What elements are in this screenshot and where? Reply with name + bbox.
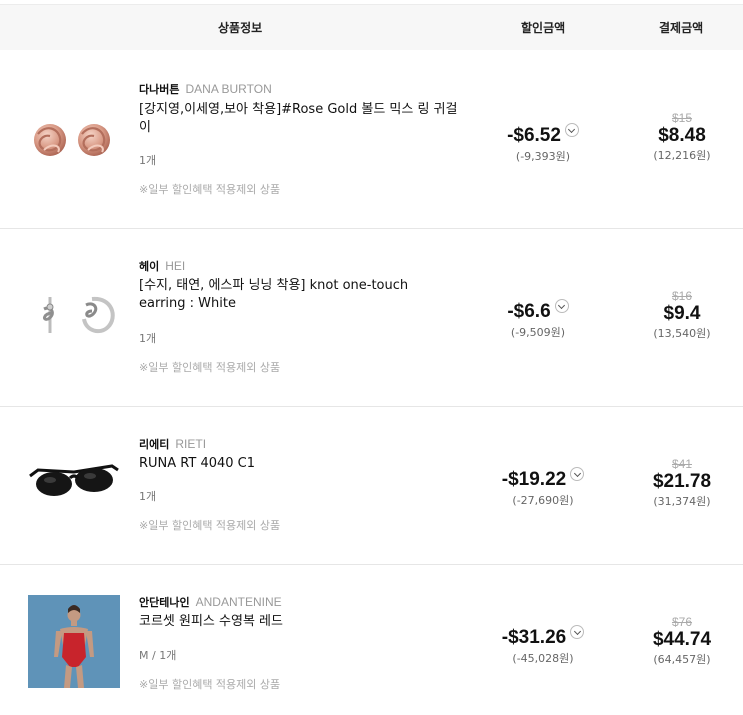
- discount-exclusion-note: ※일부 할인혜택 적용제외 상품: [139, 519, 281, 532]
- header-product-info: 상품정보: [218, 21, 263, 35]
- brand-name-kr: 다나버튼: [139, 83, 180, 96]
- discount-exclusion-note: ※일부 할인혜택 적용제외 상품: [139, 361, 281, 374]
- table-row: 리에티 RIETI RUNA RT 4040 C1 1개 ※일부 할인혜택 적용제…: [0, 407, 743, 565]
- silver-knot-earring-icon: [43, 296, 115, 334]
- payment-amount: $15 $8.48 (12,216원): [637, 111, 727, 163]
- final-price-won: (13,540원): [653, 327, 711, 340]
- final-price-won: (64,457원): [653, 653, 711, 666]
- table-row: 다나버튼 DANA BURTON [강지영,이세영,보아 착용]#Rose Gol…: [0, 51, 743, 229]
- discount-usd: -$31.26: [501, 627, 567, 648]
- discount-usd: -$19.22: [501, 469, 567, 490]
- product-name[interactable]: RUNA RT 4040 C1: [139, 455, 469, 473]
- brand-name[interactable]: 안단테나인 ANDANTENINE: [139, 594, 282, 610]
- chevron-down-icon[interactable]: [564, 123, 579, 137]
- discount-usd: -$6.52: [507, 125, 561, 146]
- brand-name-kr: 리에티: [139, 438, 170, 451]
- original-price: $16: [671, 289, 693, 303]
- order-summary-table: 상품정보 할인금액 결제금액 다나버튼 DANA BURTON [강지영,이세영…: [0, 0, 743, 715]
- discount-usd: -$6.6: [507, 301, 551, 322]
- final-price-won: (31,374원): [653, 495, 711, 508]
- table-row: 헤이 HEI [수지, 태연, 에스파 닝닝 착용] knot one-touch…: [0, 229, 743, 407]
- brand-name[interactable]: 리에티 RIETI: [139, 436, 206, 452]
- final-price: $9.4: [663, 303, 701, 324]
- product-image[interactable]: [28, 269, 120, 361]
- discount-amount: -$31.26 (-45,028원): [483, 625, 603, 666]
- product-name[interactable]: [수지, 태연, 에스파 닝닝 착용] knot one-touch earri…: [139, 277, 449, 313]
- product-name[interactable]: [강지영,이세영,보아 착용]#Rose Gold 볼드 믹스 링 귀걸이: [139, 101, 469, 137]
- product-image[interactable]: [28, 434, 120, 526]
- product-name[interactable]: 코르셋 원피스 수영복 레드: [139, 613, 469, 631]
- final-price-won: (12,216원): [653, 149, 711, 162]
- brand-name-en: ANDANTENINE: [195, 595, 282, 609]
- discount-won: (-9,393원): [515, 150, 571, 163]
- payment-amount: $76 $44.74 (64,457원): [637, 615, 727, 667]
- chevron-down-icon[interactable]: [554, 299, 569, 313]
- rose-gold-knot-earrings-icon: [34, 124, 110, 156]
- original-price: $15: [671, 111, 693, 125]
- product-option: 1개: [139, 490, 157, 503]
- discount-amount: -$6.6 (-9,509원): [478, 299, 598, 340]
- final-price: $44.74: [652, 629, 712, 650]
- discount-exclusion-note: ※일부 할인혜택 적용제외 상품: [139, 678, 281, 691]
- discount-amount: -$19.22 (-27,690원): [483, 467, 603, 508]
- discount-amount: -$6.52 (-9,393원): [483, 123, 603, 164]
- original-price: $76: [671, 615, 693, 629]
- final-price: $21.78: [652, 471, 712, 492]
- product-option: 1개: [139, 154, 157, 167]
- brand-name-en: RIETI: [175, 437, 207, 451]
- header-discount-amount: 할인금액: [521, 21, 566, 35]
- product-image[interactable]: [28, 595, 120, 688]
- payment-amount: $16 $9.4 (13,540원): [637, 289, 727, 341]
- red-swimsuit-model-photo: [28, 595, 120, 688]
- discount-won: (-27,690원): [512, 494, 574, 507]
- original-price: $41: [671, 457, 693, 471]
- payment-amount: $41 $21.78 (31,374원): [637, 457, 727, 509]
- discount-won: (-9,509원): [510, 326, 566, 339]
- brand-name-en: HEI: [165, 259, 186, 273]
- final-price: $8.48: [658, 125, 706, 146]
- product-image[interactable]: [28, 94, 120, 186]
- brand-name-en: DANA BURTON: [185, 82, 272, 96]
- brand-name-kr: 헤이: [139, 260, 160, 273]
- table-row: 안단테나인 ANDANTENINE 코르셋 원피스 수영복 레드 M / 1개 ※…: [0, 565, 743, 715]
- discount-won: (-45,028원): [512, 652, 574, 665]
- table-header: 상품정보 할인금액 결제금액: [0, 4, 743, 50]
- chevron-down-icon[interactable]: [570, 625, 585, 639]
- black-sunglasses-icon: [29, 464, 119, 496]
- product-option: 1개: [139, 332, 157, 345]
- discount-exclusion-note: ※일부 할인혜택 적용제외 상품: [139, 183, 281, 196]
- header-payment-amount: 결제금액: [659, 21, 704, 35]
- brand-name-kr: 안단테나인: [139, 596, 190, 609]
- brand-name[interactable]: 헤이 HEI: [139, 258, 185, 274]
- brand-name[interactable]: 다나버튼 DANA BURTON: [139, 81, 272, 97]
- product-option: M / 1개: [139, 649, 177, 662]
- chevron-down-icon[interactable]: [570, 467, 585, 481]
